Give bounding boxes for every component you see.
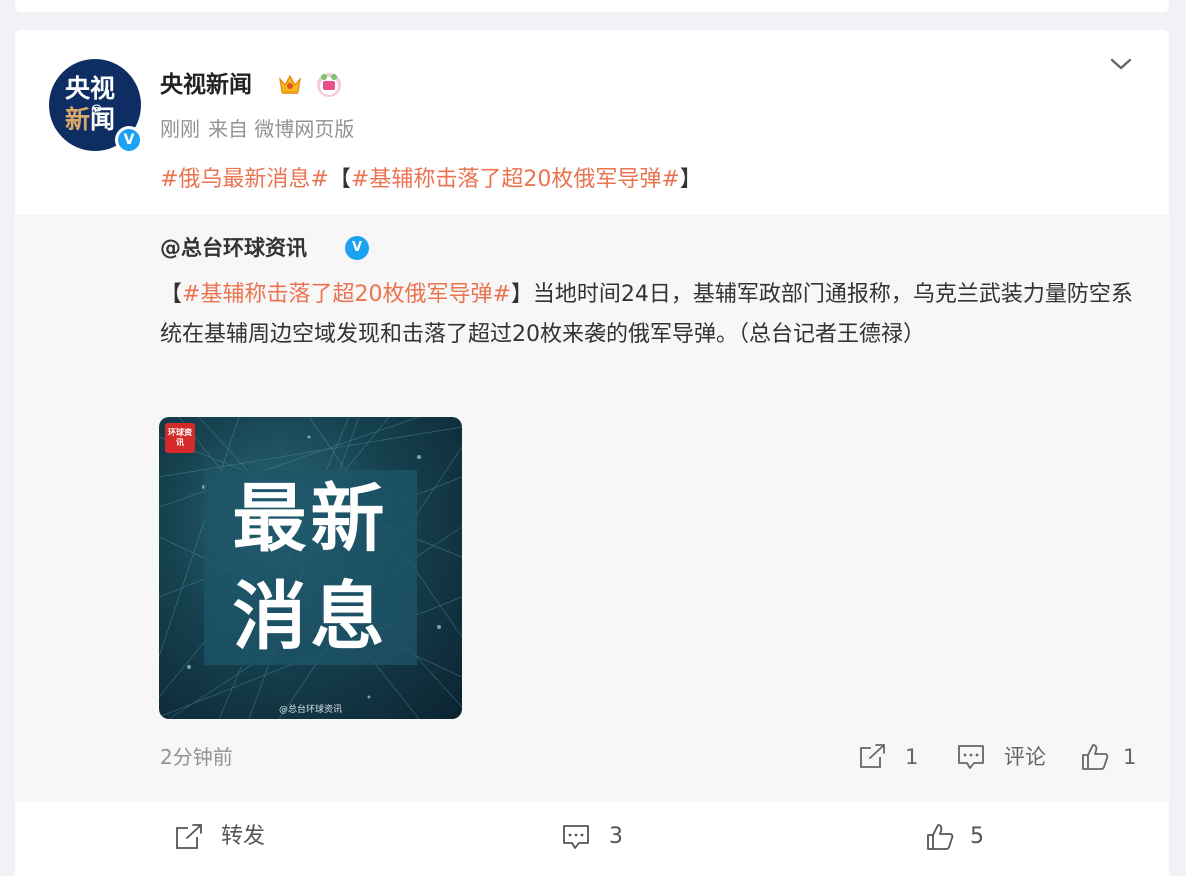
topic-link[interactable]: #基辅称击落了超20枚俄军导弹# [351,167,680,192]
like-icon [1082,744,1109,770]
headline-line1: 最新 [232,476,389,562]
post-meta: 刚刚 来自 微博网页版 [160,115,354,143]
watermark: @总台环球资讯 [278,705,342,715]
repost-button[interactable]: 转发 [174,821,284,853]
verified-icon: V [115,126,143,154]
topic-link[interactable]: #基辅称击落了超20枚俄军导弹# [182,282,511,307]
repost-icon [860,744,885,768]
author-name[interactable]: 央视新闻 [160,70,252,100]
verified-icon: V [345,236,369,260]
previous-card [15,0,1169,12]
post-time[interactable]: 刚刚 [160,117,200,141]
sticker-icon[interactable] [315,71,343,99]
comment-icon [563,825,589,849]
crown-icon[interactable] [276,70,304,98]
post-source: 来自 微博网页版 [208,117,355,141]
like-button[interactable]: 5 [925,821,1005,853]
retweet-time[interactable]: 2分钟前 [160,742,233,772]
post-text: #俄乌最新消息#【#基辅称击落了超20枚俄军导弹#】 [160,167,702,192]
avatar-at-sign: @ [91,102,102,115]
retweet-comment-button[interactable]: 评论 [956,742,1056,772]
like-icon [927,824,954,850]
logo: 环球资讯 [165,423,195,453]
topic-link[interactable]: #俄乌最新消息# [160,167,329,192]
retweet-box[interactable]: @总台环球资讯 V 【#基辅称击落了超20枚俄军导弹#】当地时间24日，基辅军政… [15,215,1169,802]
retweet-text: 【#基辅称击落了超20枚俄军导弹#】当地时间24日，基辅军政部门通报称，乌克兰武… [160,282,1133,347]
headline-line2: 消息 [232,574,389,660]
comment-icon [958,745,984,769]
chevron-down-icon[interactable] [1107,52,1135,76]
weibo-card: 央视 新闻 @ V 央视新闻 刚刚 来自 微博网页版 #俄乌最新消息#【#基辅称击… [15,30,1169,876]
news-image[interactable]: 最新 消息 环球资讯 @总台环球资讯 [159,417,462,719]
retweet-repost-button[interactable]: 1 [858,742,928,772]
avatar-text-line1: 央视 [65,74,116,103]
comment-button[interactable]: 3 [561,821,641,853]
repost-icon [176,824,202,849]
retweet-author[interactable]: @总台环球资讯 [160,232,307,264]
retweet-like-button[interactable]: 1 [1080,742,1150,772]
